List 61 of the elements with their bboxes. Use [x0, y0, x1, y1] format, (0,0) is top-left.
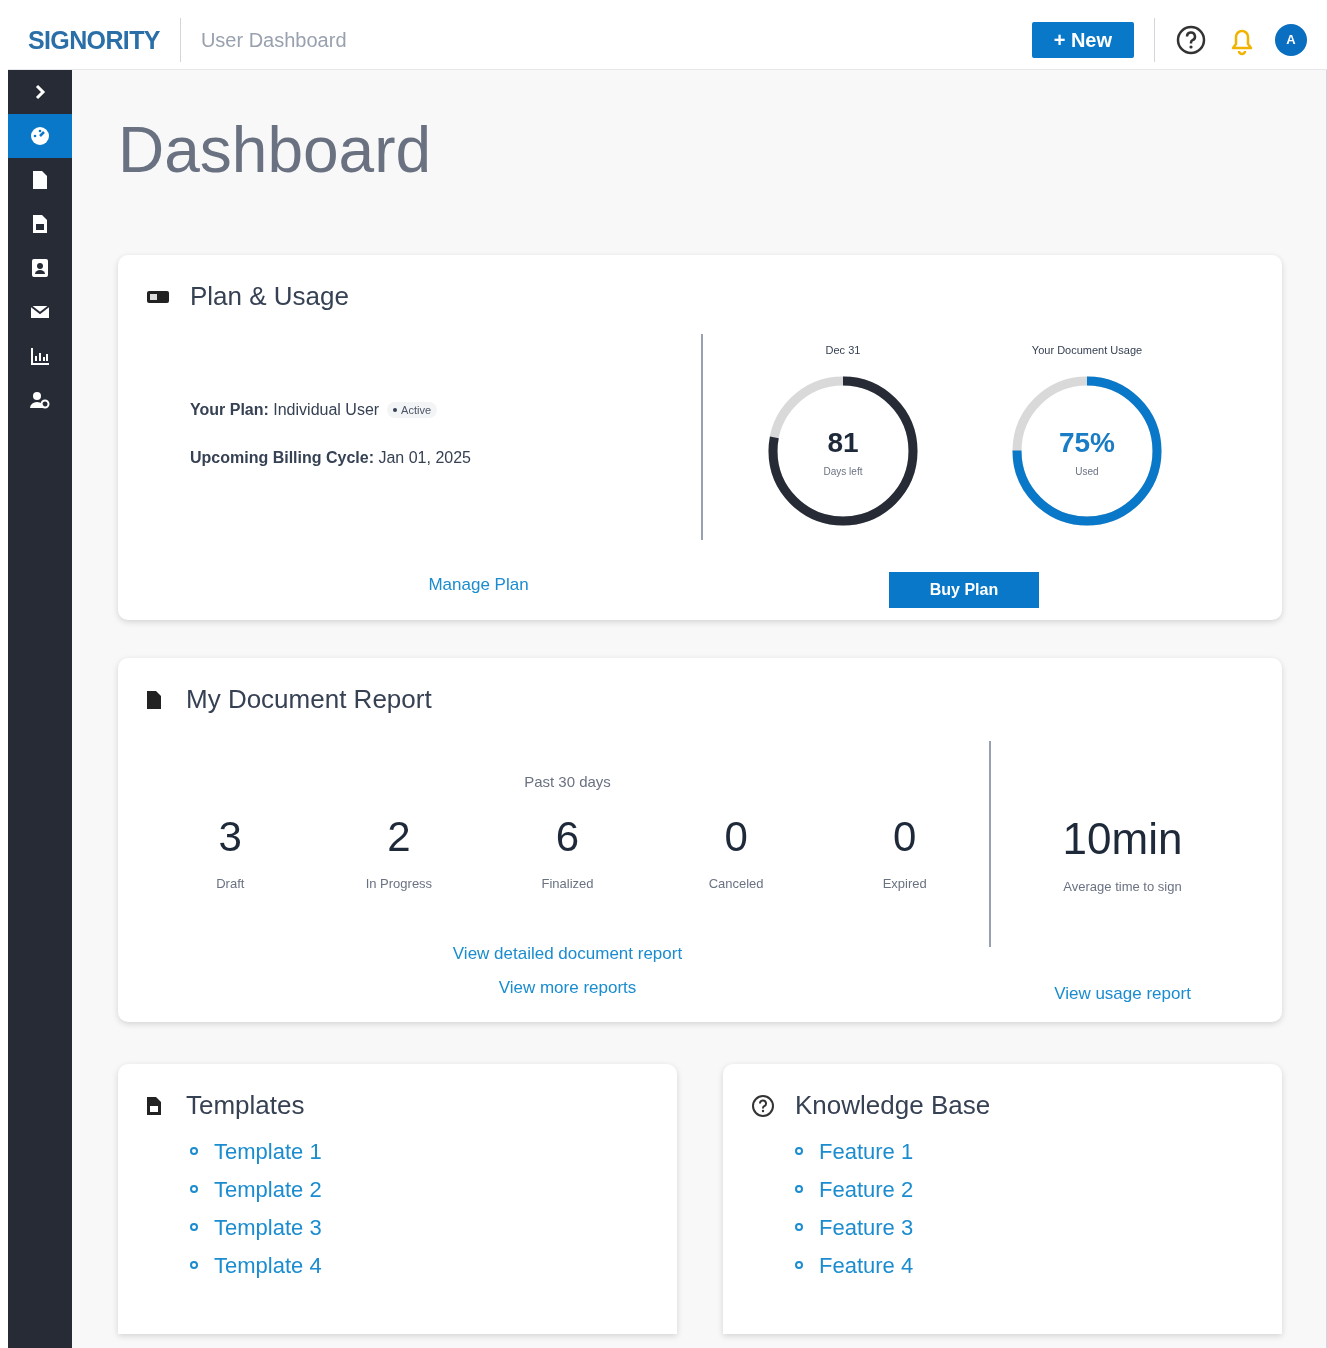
- bar-chart-icon: [29, 345, 51, 367]
- stat-label: Finalized: [541, 874, 594, 893]
- stat-value: 0: [724, 815, 748, 858]
- stat-value: 3: [218, 815, 242, 858]
- user-settings-icon: [29, 389, 51, 411]
- stat-value: 10min: [1062, 817, 1183, 861]
- stat-label: Canceled: [708, 874, 764, 893]
- list-link[interactable]: Template 4: [214, 1248, 322, 1282]
- stat-label: Expired: [882, 874, 927, 893]
- bullet-icon: [190, 1223, 198, 1231]
- card-title: Knowledge Base: [795, 1089, 991, 1122]
- stat-value: 0: [893, 815, 917, 858]
- list-link[interactable]: Feature 3: [819, 1210, 914, 1244]
- meter-value: 75%: [1058, 426, 1115, 460]
- help-icon: [751, 1093, 775, 1118]
- meter-caption: Dec 31: [825, 343, 861, 358]
- document-icon: [146, 689, 162, 710]
- stat-label: In Progress: [365, 874, 433, 893]
- card-icon: [146, 288, 170, 305]
- period-label: Past 30 days: [524, 772, 611, 792]
- page-title: Dashboard: [118, 113, 433, 188]
- usage-report-link[interactable]: View usage report: [1054, 980, 1191, 1006]
- meter-label: Used: [1075, 465, 1099, 479]
- manage-plan-link[interactable]: Manage Plan: [428, 572, 529, 608]
- card-title: Plan & Usage: [190, 280, 349, 313]
- stat-value: 2: [387, 815, 411, 858]
- page-breadcrumb: User Dashboard: [200, 27, 347, 53]
- meter-value: 81: [827, 426, 859, 460]
- bullet-icon: [795, 1147, 803, 1155]
- user-avatar[interactable]: A: [1275, 23, 1307, 56]
- bullet-icon: [190, 1261, 198, 1269]
- buy-plan-button[interactable]: Buy Plan: [889, 572, 1039, 608]
- logo[interactable]: SIGNORITY: [28, 24, 160, 55]
- list-link[interactable]: Template 2: [214, 1172, 322, 1206]
- bullet-icon: [190, 1147, 198, 1155]
- dashboard-gauge-icon: [29, 125, 51, 147]
- bullet-icon: [795, 1261, 803, 1269]
- stat-label: Average time to sign: [1063, 878, 1182, 896]
- report-link[interactable]: View more reports: [498, 974, 637, 1000]
- help-icon[interactable]: [1175, 23, 1207, 56]
- list-link[interactable]: Template 1: [214, 1134, 322, 1168]
- bullet-icon: [795, 1185, 803, 1193]
- stat-label: Draft: [216, 874, 245, 893]
- bullet-icon: [190, 1185, 198, 1193]
- contact-card-icon: [29, 257, 51, 279]
- card-title: Templates: [186, 1089, 305, 1122]
- new-button[interactable]: + New: [1031, 21, 1134, 58]
- template-icon: [146, 1095, 162, 1116]
- status-badge: Active: [387, 401, 438, 419]
- report-link[interactable]: View detailed document report: [452, 941, 683, 967]
- billing-text: Upcoming Billing Cycle: Jan 01, 2025: [190, 448, 472, 468]
- meter-caption: Your Document Usage: [1031, 343, 1143, 358]
- list-link[interactable]: Feature 1: [819, 1134, 914, 1168]
- list-link[interactable]: Feature 4: [819, 1248, 914, 1282]
- plan-text: Your Plan: Individual User: [190, 400, 380, 420]
- list-link[interactable]: Feature 2: [819, 1172, 914, 1206]
- meter-label: Days left: [823, 465, 863, 479]
- list-link[interactable]: Template 3: [214, 1210, 322, 1244]
- bullet-icon: [795, 1223, 803, 1231]
- stat-value: 6: [555, 815, 580, 858]
- card-title: My Document Report: [186, 683, 432, 716]
